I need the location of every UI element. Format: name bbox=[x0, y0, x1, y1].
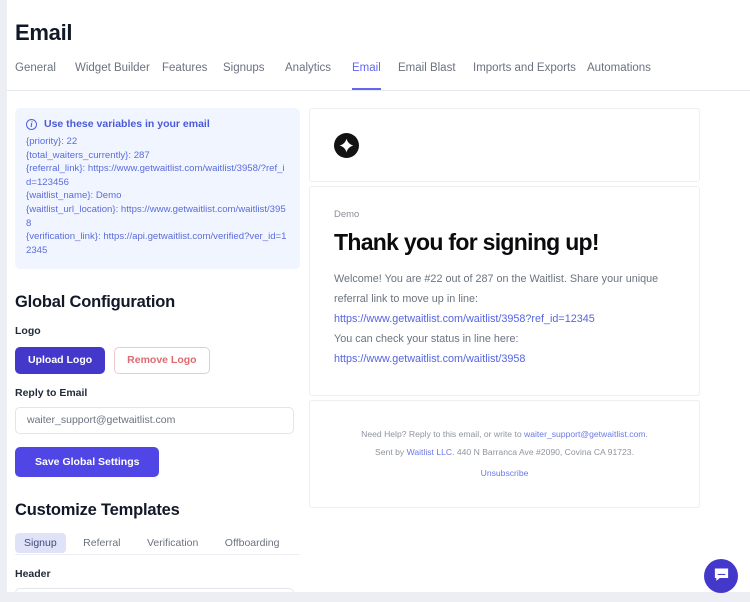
preview-waitlist-name: Demo bbox=[334, 209, 360, 220]
footer-support-email-link[interactable]: waiter_support@getwaitlist.com bbox=[524, 429, 645, 439]
preview-footer-card: Need Help? Reply to this email, or write… bbox=[309, 400, 700, 508]
tab-email[interactable]: Email bbox=[352, 62, 381, 90]
template-tab-signup[interactable]: Signup bbox=[15, 532, 66, 553]
preview-status-text: You can check your status in line here: bbox=[334, 333, 519, 345]
preview-logo-card bbox=[309, 108, 700, 182]
save-global-settings-button[interactable]: Save Global Settings bbox=[15, 446, 160, 477]
tab-imports-and-exports[interactable]: Imports and Exports bbox=[473, 62, 576, 90]
template-tab-verification[interactable]: Verification bbox=[138, 533, 207, 553]
preview-heading: Thank you for signing up! bbox=[334, 229, 600, 255]
tab-widget-builder[interactable]: Widget Builder bbox=[75, 62, 150, 90]
sparkle-star-logo-icon bbox=[334, 132, 359, 158]
tab-email-blast[interactable]: Email Blast bbox=[398, 62, 456, 90]
preview-status-link[interactable]: https://www.getwaitlist.com/waitlist/395… bbox=[334, 349, 675, 369]
footer-help-suffix: . bbox=[645, 429, 648, 439]
header-field-label: Header bbox=[15, 567, 51, 580]
tab-features[interactable]: Features bbox=[162, 62, 207, 90]
footer-unsubscribe-link[interactable]: Unsubscribe bbox=[481, 468, 529, 478]
tab-general[interactable]: General bbox=[15, 62, 56, 90]
preview-body-card: Demo Thank you for signing up! Welcome! … bbox=[309, 186, 700, 396]
variable-line: {verification_link}: https://api.getwait… bbox=[26, 231, 287, 256]
reply-to-email-input[interactable] bbox=[15, 406, 294, 434]
logo-button-row: Upload Logo Remove Logo bbox=[15, 347, 300, 374]
variables-info-title: Use these variables in your email bbox=[44, 118, 210, 130]
tab-analytics[interactable]: Analytics bbox=[285, 62, 331, 90]
logo-label: Logo bbox=[15, 325, 41, 338]
content-sheet: Email General Widget Builder Features Si… bbox=[7, 0, 750, 592]
template-tab-offboarding[interactable]: Offboarding bbox=[216, 533, 289, 553]
footer-company-link[interactable]: Waitlist LLC bbox=[407, 447, 453, 457]
variables-info-header: i Use these variables in your email bbox=[26, 118, 289, 130]
variable-line: {priority}: 22 bbox=[26, 136, 78, 147]
variable-line: {waitlist_name}: Demo bbox=[26, 190, 122, 202]
variable-line: {waitlist_url_location}: https://www.get… bbox=[26, 203, 286, 229]
chat-bubble-icon bbox=[713, 566, 730, 586]
variable-line: {referral_link}: https://www.getwaitlist… bbox=[26, 163, 285, 188]
preview-footer-address: Sent by Waitlist LLC. 440 N Barranca Ave… bbox=[328, 443, 681, 461]
template-tab-group: Signup Referral Verification Offboarding bbox=[15, 532, 300, 555]
app-root: Email General Widget Builder Features Si… bbox=[0, 0, 750, 602]
customize-templates-heading: Customize Templates bbox=[15, 500, 180, 519]
upload-logo-button[interactable]: Upload Logo bbox=[15, 347, 106, 374]
variables-info-box: i Use these variables in your email {pri… bbox=[15, 108, 300, 270]
info-circle-icon: i bbox=[26, 118, 37, 130]
footer-sent-prefix: Sent by bbox=[375, 447, 407, 457]
page-title: Email bbox=[15, 20, 73, 45]
preview-referral-link[interactable]: https://www.getwaitlist.com/waitlist/395… bbox=[334, 309, 675, 329]
settings-panel: i Use these variables in your email {pri… bbox=[15, 108, 300, 592]
tab-signups[interactable]: Signups bbox=[223, 62, 265, 90]
settings-tab-bar: General Widget Builder Features Signups … bbox=[7, 62, 750, 91]
footer-sent-suffix: . 440 N Barranca Ave #2090, Covina CA 91… bbox=[452, 447, 634, 457]
footer-help-prefix: Need Help? Reply to this email, or write… bbox=[361, 429, 525, 439]
reply-to-email-label: Reply to Email bbox=[15, 386, 88, 399]
header-input[interactable] bbox=[15, 587, 294, 592]
global-configuration-heading: Global Configuration bbox=[15, 293, 176, 312]
template-tab-referral[interactable]: Referral bbox=[74, 533, 129, 553]
email-preview-panel: Demo Thank you for signing up! Welcome! … bbox=[309, 108, 700, 508]
preview-footer-help: Need Help? Reply to this email, or write… bbox=[328, 425, 681, 443]
variable-line: {total_waiters_currently}: 287 bbox=[26, 149, 150, 161]
remove-logo-button[interactable]: Remove Logo bbox=[114, 347, 210, 374]
chat-launcher-button[interactable] bbox=[704, 559, 738, 593]
preview-paragraph: Welcome! You are #22 out of 287 on the W… bbox=[334, 273, 659, 305]
tab-automations[interactable]: Automations bbox=[587, 62, 651, 90]
